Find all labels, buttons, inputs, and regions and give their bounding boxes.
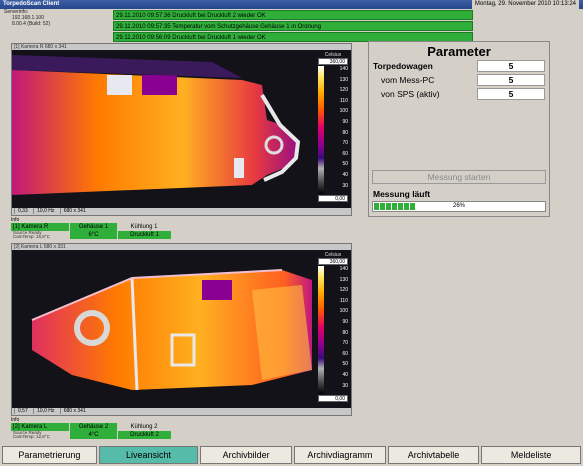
camera-l-view[interactable]: [2] Kamera L 680 x 331 Celsius 360,00 14… — [11, 243, 352, 416]
progress-percent: 26% — [452, 203, 465, 209]
camera-r-thermal-image[interactable]: Celsius 360,00 140 130 120 110 100 90 80… — [12, 50, 351, 208]
scale-tick: 30 — [342, 382, 348, 389]
pc-label: vom Mess-PC — [381, 75, 435, 85]
cooling-label: Kühlung 2 — [117, 423, 171, 431]
sps-field[interactable]: 5 — [477, 88, 545, 100]
scale-tick: 60 — [342, 350, 348, 357]
scale-max-input[interactable]: 360,00 — [318, 58, 348, 65]
footer-resolution: 680 x 341 — [59, 408, 86, 414]
pc-field[interactable]: 5 — [477, 74, 545, 86]
camera-r-view[interactable]: [1] Kamera R 680 x 341 Celsius 360,00 14… — [11, 43, 352, 216]
parameter-panel: Parameter Torpedowagen 5 vom Mess-PC 5 v… — [368, 41, 550, 217]
title-bar: TorpedoScan Client Montag, 29. November … — [0, 0, 583, 9]
camtemp: CamTemp: 12,8°C — [13, 434, 50, 439]
footer-framerate: 10,0 Hz — [33, 408, 55, 414]
camera-l-footer: 0,57 10,0 Hz 680 x 341 — [12, 408, 351, 415]
housing-temp: 6°C — [69, 231, 117, 239]
sps-row: von SPS (aktiv) 5 — [369, 87, 549, 101]
server-info: Serverinfo: 192.168.1.100 8.00.4 (Build:… — [2, 9, 110, 33]
measurement-progress: 26% — [372, 201, 546, 212]
scale-tick: 60 — [342, 150, 348, 157]
thermal-image-l — [12, 250, 351, 408]
scale-tick: 80 — [342, 129, 348, 136]
scale-tick: 90 — [342, 318, 348, 325]
torpedo-row: Torpedowagen 5 — [369, 59, 549, 73]
scale-min-input[interactable]: 0,00 — [318, 195, 348, 202]
scale-tick: 100 — [339, 108, 348, 115]
scale-tick: 120 — [339, 287, 348, 294]
measurement-status: Messung läuft — [373, 189, 431, 199]
camera-r-footer: 0,33 10,0 Hz 680 x 341 — [12, 208, 351, 215]
scale-tick: 70 — [342, 340, 348, 347]
parameter-title: Parameter — [427, 44, 491, 59]
scale-tick: 130 — [339, 276, 348, 283]
air-status: Druckluft 2 — [117, 431, 171, 439]
footer-value: 0,57 — [14, 408, 28, 414]
scale-tick: 40 — [342, 371, 348, 378]
temperature-scale: Celsius 360,00 140 130 120 110 100 90 80… — [318, 52, 348, 204]
footer-value: 0,33 — [14, 208, 28, 214]
scale-tick: 100 — [339, 308, 348, 315]
housing-temp: 4°C — [69, 431, 117, 439]
tab-parametrierung[interactable]: Parametrierung — [2, 446, 97, 464]
scale-tick: 70 — [342, 140, 348, 147]
scale-tick: 90 — [342, 118, 348, 125]
footer-resolution: 680 x 341 — [59, 208, 86, 214]
housing-label: Gehäuse 1 — [69, 223, 117, 231]
scale-tick: 80 — [342, 329, 348, 336]
message-item[interactable]: 29.11.2010 09:57:36 Druckluft bei Druckl… — [113, 10, 473, 20]
scale-tick: 140 — [339, 266, 348, 272]
pc-row: vom Mess-PC 5 — [369, 73, 549, 87]
scale-tick: 40 — [342, 171, 348, 178]
scale-tick: 130 — [339, 76, 348, 83]
cooling-label: Kühlung 1 — [117, 223, 171, 231]
housing-label: Gehäuse 2 — [69, 423, 117, 431]
thermal-image-r — [12, 50, 351, 208]
window-title: TorpedoScan Client — [3, 1, 60, 7]
tab-archivdiagramm[interactable]: Archivdiagramm — [294, 446, 386, 464]
scale-tick: 30 — [342, 182, 348, 189]
torpedo-label: Torpedowagen — [373, 61, 433, 71]
tab-liveansicht[interactable]: Liveansicht — [98, 446, 199, 464]
color-scale-bar — [318, 266, 324, 394]
temperature-scale: Celsius 360,00 140 130 120 110 100 90 80… — [318, 252, 348, 404]
message-item[interactable]: 29.11.2010 09:57:35 Temperatur vom Schut… — [113, 21, 473, 31]
message-list: 29.11.2010 09:57:36 Druckluft bei Druckl… — [113, 10, 473, 43]
scale-max-input[interactable]: 360,00 — [318, 258, 348, 265]
tab-archivbilder[interactable]: Archivbilder — [200, 446, 292, 464]
air-status: Druckluft 1 — [117, 231, 171, 239]
server-version: 8.00.4 (Build: 52) — [12, 21, 51, 27]
scale-ticks: 140 130 120 110 100 90 80 70 60 50 40 30 — [326, 66, 348, 194]
scale-ticks: 140 130 120 110 100 90 80 70 60 50 40 30 — [326, 266, 348, 394]
camera-l-thermal-image[interactable]: Celsius 360,00 140 130 120 110 100 90 80… — [12, 250, 351, 408]
scale-tick: 120 — [339, 87, 348, 94]
bottom-tab-bar: Parametrierung Liveansicht Archivbilder … — [0, 444, 583, 466]
tab-meldeliste[interactable]: Meldeliste — [481, 446, 581, 464]
sps-label: von SPS (aktiv) — [381, 89, 440, 99]
color-scale-bar — [318, 66, 324, 194]
tab-archivtabelle[interactable]: Archivtabelle — [387, 446, 480, 464]
start-measurement-button[interactable]: Messung starten — [372, 170, 546, 184]
camera-r-status: Info [1] Kamera R Gehäuse 1 Kühlung 1 So… — [11, 217, 171, 240]
scale-tick: 140 — [339, 66, 348, 72]
scale-tick: 50 — [342, 361, 348, 368]
torpedo-field[interactable]: 5 — [477, 60, 545, 72]
footer-framerate: 10,0 Hz — [33, 208, 55, 214]
camtemp: CamTemp: 15,8°C — [13, 234, 50, 239]
scale-tick: 50 — [342, 161, 348, 168]
scale-tick: 110 — [340, 97, 348, 104]
scale-min-input[interactable]: 0,00 — [318, 395, 348, 402]
camera-l-status: Info [2] Kamera L Gehäuse 2 Kühlung 2 So… — [11, 417, 171, 440]
scale-tick: 110 — [340, 297, 348, 304]
datetime-display: Montag, 29. November 2010 10:13:24 — [471, 0, 579, 9]
